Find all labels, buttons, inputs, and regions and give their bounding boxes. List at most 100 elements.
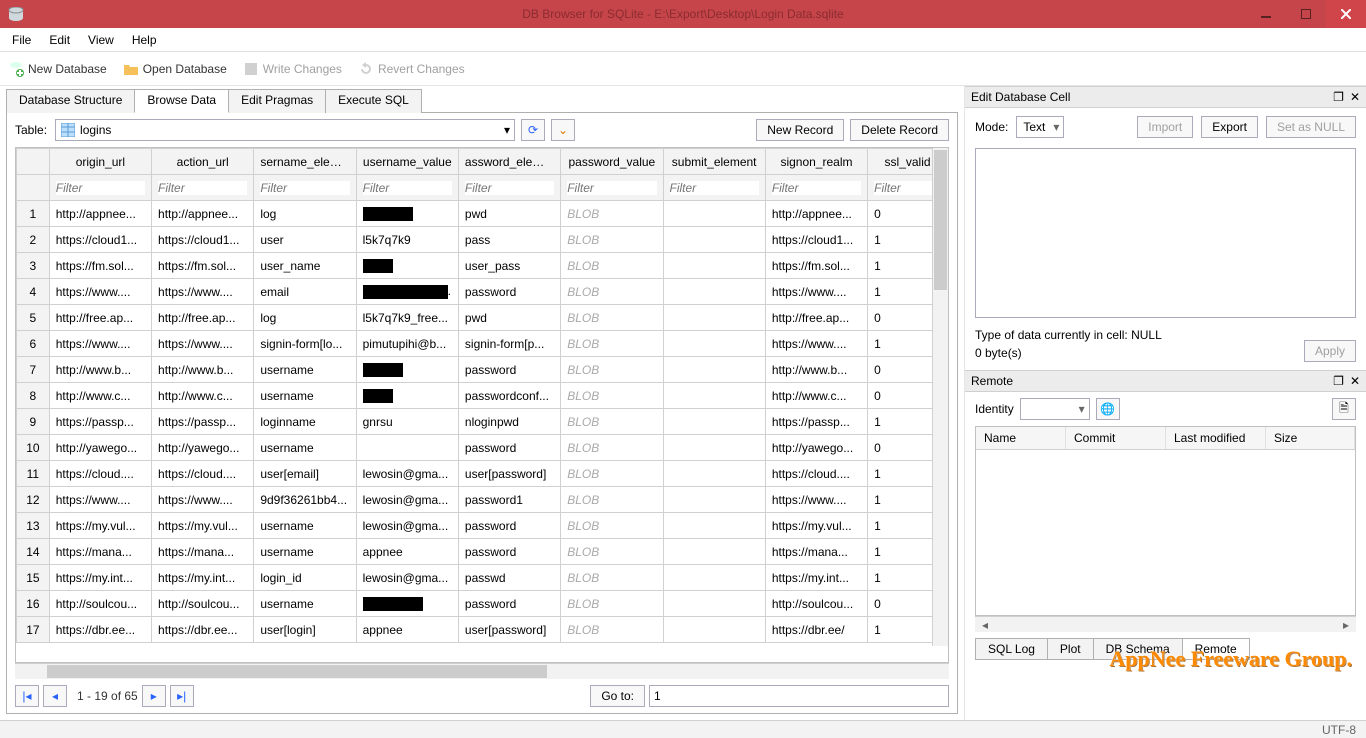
cell[interactable] [663, 539, 765, 565]
table-row[interactable]: 13https://my.vul...https://my.vul...user… [17, 513, 948, 539]
cell[interactable]: login_id [254, 565, 356, 591]
cell[interactable]: BLOB [561, 305, 663, 331]
cell[interactable]: http://soulcou... [765, 591, 867, 617]
cell[interactable] [663, 201, 765, 227]
cell[interactable] [663, 227, 765, 253]
cell[interactable] [663, 617, 765, 643]
cell[interactable]: http://free.ap... [765, 305, 867, 331]
cell[interactable] [356, 357, 458, 383]
nav-prev-button[interactable]: ◂ [43, 685, 67, 707]
delete-record-button[interactable]: Delete Record [850, 119, 949, 141]
minimize-button[interactable] [1246, 0, 1286, 28]
cell[interactable]: BLOB [561, 227, 663, 253]
filter-sername_elemen[interactable] [260, 181, 349, 195]
cell[interactable]: https://my.int... [765, 565, 867, 591]
col-commit[interactable]: Commit [1066, 427, 1166, 449]
cell[interactable]: http://www.b... [765, 357, 867, 383]
cell[interactable]: password [458, 435, 560, 461]
filter-signon_realm[interactable] [772, 181, 861, 195]
cell[interactable] [356, 591, 458, 617]
cell[interactable]: http://appnee... [49, 201, 151, 227]
table-row[interactable]: 4https://www....https://www....email.pas… [17, 279, 948, 305]
cell[interactable]: lewosin@gma... [356, 461, 458, 487]
new-record-button[interactable]: New Record [756, 119, 844, 141]
cell[interactable]: user[password] [458, 461, 560, 487]
cell[interactable]: username [254, 539, 356, 565]
nav-last-button[interactable]: ▸| [170, 685, 194, 707]
col-lastmod[interactable]: Last modified [1166, 427, 1266, 449]
nav-first-button[interactable]: |◂ [15, 685, 39, 707]
cell[interactable]: https://my.vul... [152, 513, 254, 539]
tab-edit-pragmas[interactable]: Edit Pragmas [228, 89, 326, 113]
remote-table[interactable]: Name Commit Last modified Size [975, 426, 1356, 616]
remote-hscroll[interactable]: ◂▸ [975, 616, 1356, 632]
cell[interactable]: http://soulcou... [49, 591, 151, 617]
cell[interactable]: BLOB [561, 357, 663, 383]
cell[interactable]: user[password] [458, 617, 560, 643]
cell[interactable]: username [254, 357, 356, 383]
table-row[interactable]: 17https://dbr.ee...https://dbr.ee...user… [17, 617, 948, 643]
filter-submit_element[interactable] [670, 181, 759, 195]
cell[interactable] [663, 383, 765, 409]
cell[interactable]: https://www.... [49, 279, 151, 305]
cell[interactable]: http://yawego... [765, 435, 867, 461]
vertical-scrollbar[interactable] [932, 148, 948, 646]
menu-edit[interactable]: Edit [41, 31, 78, 49]
cell[interactable]: user_pass [458, 253, 560, 279]
cell[interactable]: https://my.vul... [49, 513, 151, 539]
cell[interactable]: . [356, 279, 458, 305]
goto-button[interactable]: Go to: [590, 685, 645, 707]
cell[interactable] [663, 305, 765, 331]
cell[interactable]: pass [458, 227, 560, 253]
cell[interactable]: nloginpwd [458, 409, 560, 435]
cell[interactable]: pwd [458, 305, 560, 331]
table-row[interactable]: 9https://passp...https://passp...loginna… [17, 409, 948, 435]
cell[interactable]: email [254, 279, 356, 305]
cell[interactable] [663, 435, 765, 461]
col-submit_element[interactable]: submit_element [663, 149, 765, 175]
cell[interactable]: passwordconf... [458, 383, 560, 409]
export-button[interactable]: Export [1201, 116, 1258, 138]
cell[interactable]: user[login] [254, 617, 356, 643]
cell[interactable]: https://passp... [152, 409, 254, 435]
undock-icon[interactable]: ❐ [1333, 90, 1344, 104]
btab-remote[interactable]: Remote [1182, 638, 1250, 660]
cell[interactable]: BLOB [561, 201, 663, 227]
cell[interactable]: password [458, 591, 560, 617]
cell[interactable]: lewosin@gma... [356, 487, 458, 513]
cell[interactable]: BLOB [561, 409, 663, 435]
cell[interactable]: BLOB [561, 279, 663, 305]
filter-action_url[interactable] [158, 181, 247, 195]
new-database-button[interactable]: New Database [8, 61, 107, 77]
cell[interactable]: l5k7q7k9 [356, 227, 458, 253]
cell[interactable]: username [254, 513, 356, 539]
undock-icon[interactable]: ❐ [1333, 374, 1344, 388]
table-select[interactable]: logins ▾ [55, 119, 515, 141]
cell[interactable] [663, 357, 765, 383]
table-row[interactable]: 14https://mana...https://mana...username… [17, 539, 948, 565]
cell[interactable]: https://passp... [49, 409, 151, 435]
table-row[interactable]: 8http://www.c...http://www.c...usernamep… [17, 383, 948, 409]
cell[interactable] [663, 253, 765, 279]
table-row[interactable]: 6https://www....https://www....signin-fo… [17, 331, 948, 357]
cell[interactable]: http://www.c... [49, 383, 151, 409]
cell[interactable]: log [254, 305, 356, 331]
cell[interactable]: https://www.... [765, 279, 867, 305]
cell[interactable]: https://fm.sol... [152, 253, 254, 279]
table-row[interactable]: 10http://yawego...http://yawego...userna… [17, 435, 948, 461]
tab-database-structure[interactable]: Database Structure [6, 89, 135, 113]
nav-next-button[interactable]: ▸ [142, 685, 166, 707]
cell[interactable]: BLOB [561, 461, 663, 487]
cell[interactable] [663, 565, 765, 591]
cell[interactable]: https://cloud.... [765, 461, 867, 487]
cell[interactable]: https://mana... [765, 539, 867, 565]
cell[interactable]: https://www.... [765, 487, 867, 513]
cell[interactable]: BLOB [561, 591, 663, 617]
close-panel-icon[interactable]: ✕ [1350, 90, 1360, 104]
col-signon_realm[interactable]: signon_realm [765, 149, 867, 175]
cell[interactable]: http://www.c... [152, 383, 254, 409]
cell[interactable] [356, 253, 458, 279]
cell[interactable] [663, 591, 765, 617]
cell[interactable]: user [254, 227, 356, 253]
cell[interactable]: log [254, 201, 356, 227]
